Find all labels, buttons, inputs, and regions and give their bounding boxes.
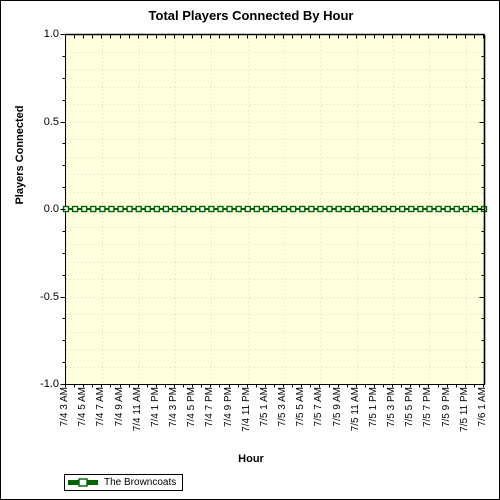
chart-container: Total Players Connected By Hour Players …	[0, 0, 500, 500]
series-marker	[353, 205, 360, 213]
y-axis-tick-label: -1.0	[40, 378, 59, 390]
x-axis-tick-label: 7/4 1 PM	[149, 387, 161, 428]
series-marker	[299, 205, 306, 213]
x-axis-tick-label: 7/4 7 PM	[204, 387, 216, 428]
x-axis-tick-label: 7/6 1 AM	[477, 387, 488, 427]
series-marker	[117, 205, 124, 213]
series-marker	[380, 205, 388, 213]
data-series-layer	[62, 205, 488, 213]
series-marker	[326, 205, 333, 213]
series-marker	[108, 205, 115, 213]
series-marker	[208, 205, 215, 213]
series-marker	[399, 205, 406, 213]
x-axis-tick-label: 7/5 1 AM	[258, 387, 270, 427]
series-marker	[244, 205, 251, 213]
series-marker	[90, 205, 97, 213]
series-marker	[280, 205, 288, 213]
series-marker	[480, 205, 488, 213]
series-marker	[190, 205, 197, 213]
series-marker	[335, 205, 342, 213]
x-axis-tick-label: 7/5 11 AM	[349, 387, 361, 432]
x-axis-tick-label: 7/4 5 AM	[77, 387, 89, 427]
chart-title: Total Players Connected By Hour	[148, 8, 354, 23]
y-axis-tick-labels: 1.0 0.5 0.0 -0.5 -1.0	[13, 29, 59, 390]
chart-legend: The Browncoats	[64, 474, 184, 491]
series-marker	[253, 205, 261, 213]
series-marker	[453, 205, 460, 213]
series-marker	[317, 205, 324, 213]
series-marker	[289, 205, 297, 213]
x-axis-tick-label: 7/5 5 AM	[295, 387, 307, 427]
x-axis-tick-label: 7/5 9 PM	[440, 387, 452, 428]
x-axis-tick-label: 7/5 11 PM	[458, 387, 470, 432]
series-marker	[80, 205, 88, 213]
series-marker	[271, 205, 279, 213]
series-marker	[135, 205, 142, 213]
x-axis-tick-label: 7/5 1 PM	[367, 387, 379, 428]
y-axis-tick-label: 1.0	[43, 28, 59, 40]
series-marker	[199, 205, 206, 213]
series-marker	[435, 205, 442, 213]
gridlines	[66, 34, 485, 384]
x-axis-tick-label: 7/5 9 AM	[331, 387, 343, 427]
series-marker	[362, 205, 370, 213]
series-marker	[389, 205, 397, 213]
series-marker	[344, 205, 351, 213]
series-marker	[144, 205, 151, 213]
x-axis-tick-label: 7/4 11 AM	[131, 387, 143, 432]
y-axis-tick-label: -0.5	[40, 290, 59, 303]
series-marker	[426, 205, 433, 213]
x-axis-tick-label: 7/4 7 AM	[95, 387, 107, 427]
series-marker	[471, 205, 479, 213]
series-marker	[235, 205, 242, 213]
series-marker	[308, 205, 315, 213]
legend-series-marker-icon	[68, 478, 98, 487]
legend-item-label: The Browncoats	[104, 477, 177, 488]
y-axis-tick-label: 0.0	[43, 203, 59, 215]
series-marker	[262, 205, 270, 213]
x-axis-tick-label: 7/5 3 AM	[277, 387, 289, 427]
x-axis-tick-label: 7/4 9 PM	[222, 387, 234, 428]
series-marker	[71, 205, 79, 213]
y-axis-tick-label: 0.5	[43, 115, 59, 128]
x-axis-tick-label: 7/5 7 AM	[313, 387, 325, 427]
x-axis-title: Hour	[238, 453, 264, 465]
x-axis-tick-label: 7/4 9 AM	[113, 387, 125, 427]
series-marker	[226, 205, 233, 213]
x-axis-tick-label: 7/4 11 PM	[240, 387, 252, 432]
series-marker	[462, 205, 470, 213]
plot-area	[62, 34, 488, 385]
x-axis-tick-label: 7/5 3 PM	[386, 387, 398, 428]
series-marker	[180, 205, 188, 213]
x-axis-tick-labels: 7/4 3 AM 7/4 5 AM 7/4 7 AM 7/4 9 AM 7/4 11 A…	[59, 387, 488, 449]
x-axis-tick-label: 7/4 5 PM	[186, 387, 198, 428]
series-marker	[153, 205, 161, 213]
series-marker	[371, 205, 379, 213]
series-marker	[217, 205, 224, 213]
x-axis-tick-label: 7/5 5 PM	[404, 387, 416, 428]
x-axis-tick-label: 7/4 3 PM	[168, 387, 180, 428]
series-marker	[171, 205, 179, 213]
series-marker	[408, 205, 415, 213]
series-marker	[62, 205, 70, 213]
x-axis-tick-label: 7/4 3 AM	[59, 387, 70, 427]
series-marker	[126, 205, 133, 213]
series-marker	[162, 205, 170, 213]
series-marker	[444, 205, 451, 213]
x-axis-tick-label: 7/5 7 PM	[422, 387, 434, 428]
series-marker	[99, 205, 106, 213]
series-marker	[417, 205, 424, 213]
